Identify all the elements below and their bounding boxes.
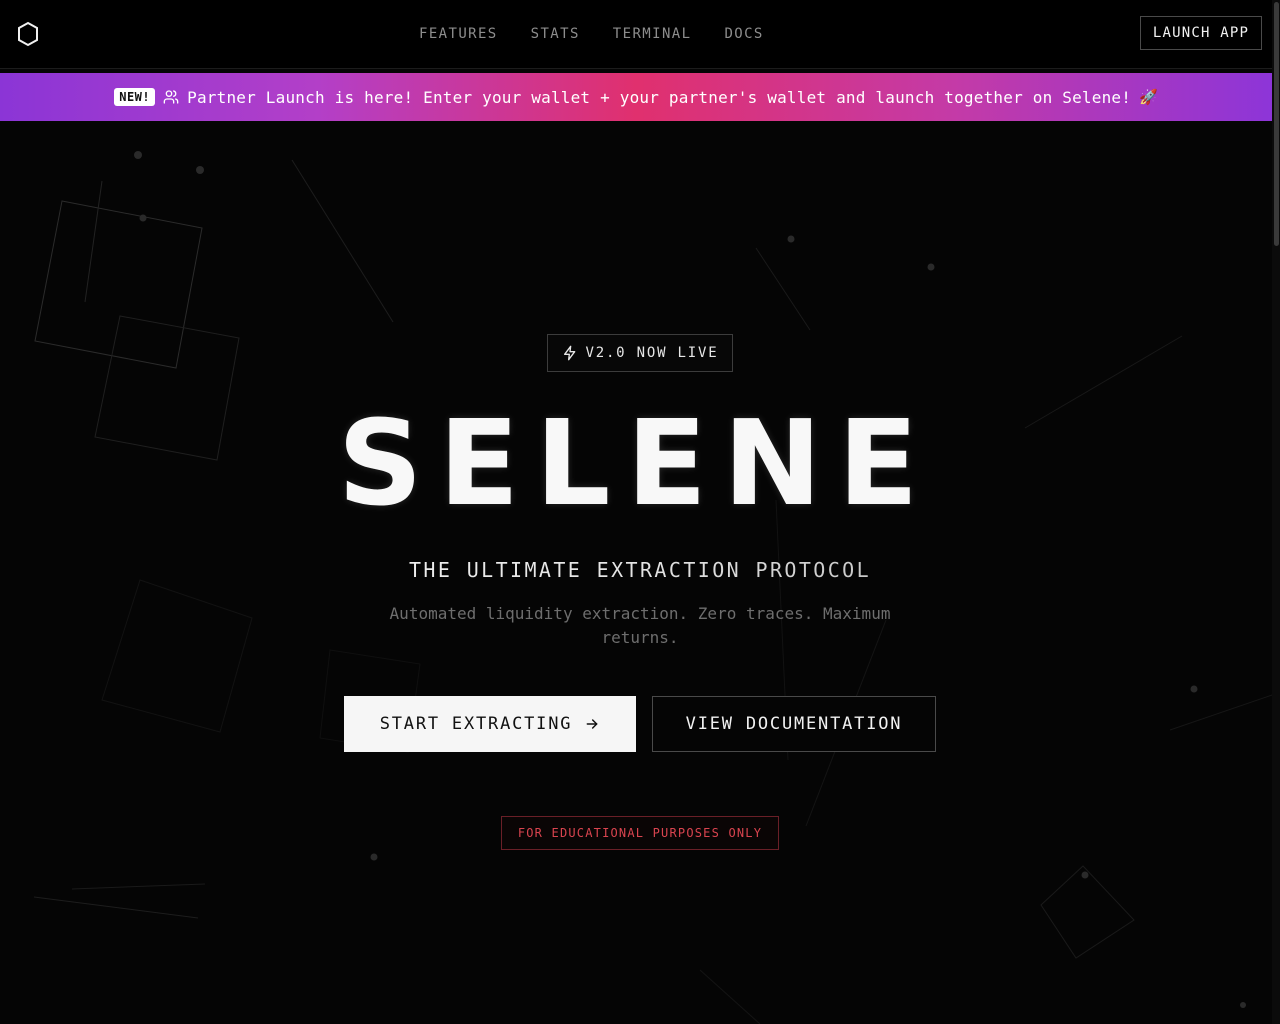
hero-subtitle-text: THE ULTIMATE EXTRACTION PROTOCOL <box>408 558 872 582</box>
educational-disclaimer: FOR EDUCATIONAL PURPOSES ONLY <box>501 816 779 850</box>
hero-subtitle: THE ULTIMATE EXTRACTION PROTOCOL <box>0 558 1280 582</box>
main-nav: FEATURES STATS TERMINAL DOCS <box>419 24 764 44</box>
rocket-icon: 🚀 <box>1139 88 1158 106</box>
banner-message: Partner Launch is here! Enter your walle… <box>187 87 1132 107</box>
nav-link-terminal[interactable]: TERMINAL <box>613 24 692 44</box>
start-extracting-label: START EXTRACTING <box>379 714 573 734</box>
nav-link-stats[interactable]: STATS <box>531 24 580 44</box>
launch-app-button[interactable]: LAUNCH APP <box>1140 16 1262 50</box>
view-documentation-button[interactable]: VIEW DOCUMENTATION <box>652 696 936 752</box>
top-navbar: FEATURES STATS TERMINAL DOCS LAUNCH APP <box>0 0 1272 69</box>
hero-title: SELENE <box>337 394 935 532</box>
version-label: V2.0 NOW LIVE <box>585 345 719 361</box>
scrollbar-thumb[interactable] <box>1274 2 1279 246</box>
nav-link-docs[interactable]: DOCS <box>724 24 763 44</box>
arrow-right-icon <box>586 719 598 729</box>
version-badge: V2.0 NOW LIVE <box>547 334 733 372</box>
page-scrollbar[interactable] <box>1272 0 1280 1024</box>
hexagon-icon[interactable] <box>16 21 40 47</box>
bolt-icon <box>563 345 575 361</box>
nav-link-features[interactable]: FEATURES <box>419 24 498 44</box>
hero-description: Automated liquidity extraction. Zero tra… <box>389 604 891 647</box>
users-icon <box>163 90 179 104</box>
announcement-banner[interactable]: NEW! Partner Launch is here! Enter your … <box>0 73 1272 121</box>
new-badge: NEW! <box>114 88 156 106</box>
start-extracting-button[interactable]: START EXTRACTING <box>344 696 636 752</box>
